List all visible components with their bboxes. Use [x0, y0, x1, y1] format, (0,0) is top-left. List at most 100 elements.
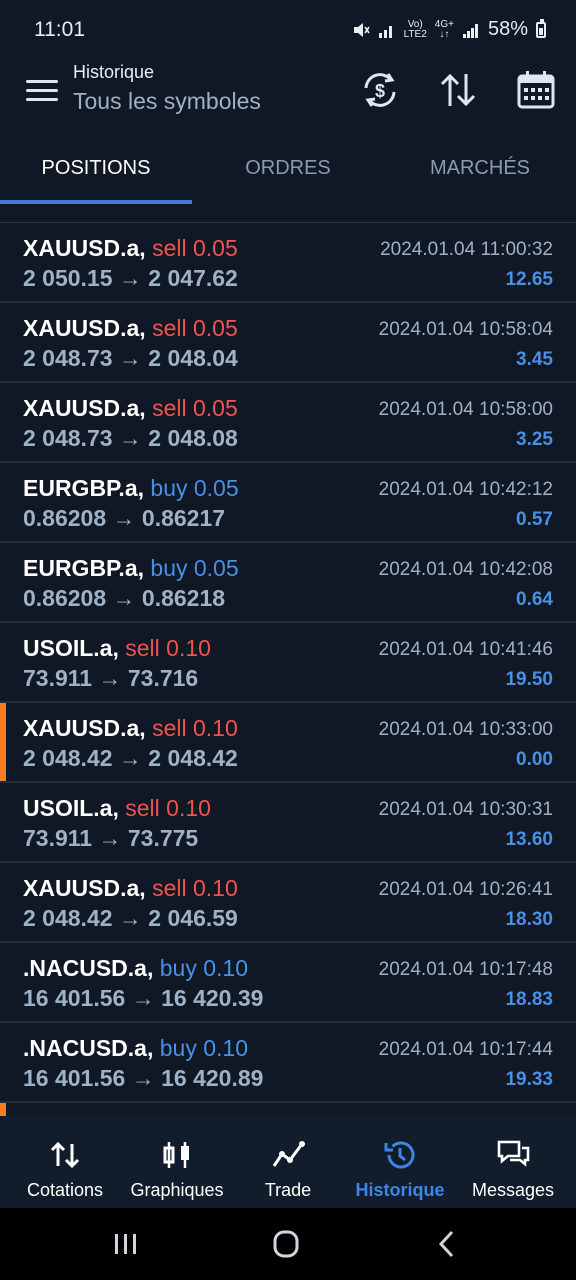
- messages-chat-icon: [497, 1140, 530, 1167]
- symbol-name: .NACUSD.a,: [23, 955, 154, 981]
- row-prices: 2 048.73 → 2 048.08: [23, 425, 238, 451]
- signal-icon: [378, 25, 392, 38]
- signal-bars-icon: [462, 23, 478, 38]
- row-time: 2024.01.04 10:26:41: [378, 879, 553, 900]
- nav-cotations[interactable]: Cotations: [10, 1116, 120, 1208]
- recent-apps-icon[interactable]: [106, 1226, 146, 1262]
- nav-historique[interactable]: Historique: [346, 1116, 454, 1208]
- volte-indicator: Vo) LTE2: [403, 18, 427, 40]
- row-prices: 2 048.73 → 2 048.04: [23, 345, 238, 371]
- trade-side-volume: sell 0.05: [152, 315, 238, 341]
- history-row[interactable]: XAUUSD.a, sell 0.05 2 048.73 → 2 048.08 20…: [0, 383, 576, 463]
- row-prices: 73.911 → 73.775: [23, 825, 199, 851]
- symbol-filter[interactable]: Tous les symboles: [73, 88, 261, 115]
- back-icon[interactable]: [428, 1226, 468, 1262]
- symbol-name: .NACUSD.a,: [23, 1035, 154, 1061]
- trade-side-volume: buy 0.10: [159, 955, 248, 981]
- row-time: 2024.01.04 10:33:00: [378, 719, 553, 740]
- history-clock-icon: [384, 1141, 415, 1169]
- row-profit: 3.45: [516, 349, 553, 370]
- row-profit: 12.65: [505, 269, 553, 290]
- row-time: 2024.01.04 10:17:48: [378, 959, 553, 980]
- history-row[interactable]: XAUUSD.a, sell 0.05 2 048.73 → 2 048.04 20…: [0, 303, 576, 383]
- row-marker: [0, 1103, 6, 1117]
- row-prices: 2 048.42 → 2 048.42: [23, 745, 238, 771]
- symbol-name: EURGBP.a,: [23, 475, 145, 501]
- row-time: 2024.01.04 11:00:32: [380, 239, 553, 260]
- row-prices: 0.86208 → 0.86218: [23, 585, 226, 611]
- row-time: 2024.01.04 10:41:46: [378, 639, 553, 660]
- row-symbol: XAUUSD.a, sell 0.10: [23, 875, 238, 902]
- trade-line-icon: [272, 1141, 305, 1167]
- trade-side-volume: buy 0.10: [159, 1035, 248, 1061]
- tab-positions[interactable]: POSITIONS: [0, 140, 192, 200]
- symbol-name: XAUUSD.a,: [23, 715, 146, 741]
- active-tab-indicator: [0, 200, 192, 204]
- row-prices: 16 401.56 → 16 420.39: [23, 985, 264, 1011]
- app-bar: Historique Tous les symboles $: [0, 56, 576, 140]
- row-symbol: EURGBP.a, buy 0.05: [23, 475, 239, 502]
- page-title: Historique: [73, 62, 155, 82]
- menu-button[interactable]: [22, 76, 62, 108]
- row-profit: 0.64: [516, 589, 553, 610]
- currency-exchange-icon[interactable]: $: [358, 68, 402, 112]
- trade-side-volume: buy 0.05: [150, 555, 239, 581]
- nav-trade[interactable]: Trade: [234, 1116, 342, 1208]
- row-symbol: USOIL.a, sell 0.10: [23, 635, 211, 662]
- row-time: 2024.01.04 10:42:12: [378, 479, 553, 500]
- menu-icon: [26, 80, 58, 83]
- history-row[interactable]: XAUUSD.a, sell 0.10 2 048.42 → 2 048.42 20…: [0, 703, 576, 783]
- status-icons: Vo) LTE2 4G+ ↓↑ 58%: [352, 18, 546, 41]
- history-row[interactable]: EURGBP.a, buy 0.05 0.86208 → 0.86217 2024.…: [0, 463, 576, 543]
- history-row[interactable]: .NACUSD.a, buy 0.10 16 401.56 → 16 420.89…: [0, 1023, 576, 1103]
- trade-side-volume: buy 0.05: [150, 475, 239, 501]
- row-prices: 2 050.15 → 2 047.62: [23, 265, 238, 291]
- row-time: 2024.01.04 10:30:31: [378, 799, 553, 820]
- row-symbol: .NACUSD.a, buy 0.10: [23, 1035, 248, 1062]
- calendar-icon[interactable]: [514, 68, 558, 112]
- tab-markets[interactable]: MARCHÉS: [384, 140, 576, 200]
- trade-side-volume: sell 0.10: [152, 715, 238, 741]
- status-time: 11:01: [34, 18, 85, 41]
- row-symbol: .NACUSD.a, buy 0.10: [23, 955, 248, 982]
- home-icon[interactable]: [266, 1226, 306, 1262]
- network-4g-indicator: 4G+ ↓↑: [434, 18, 454, 40]
- battery-percent: 58%: [487, 18, 528, 40]
- history-row[interactable]: USOIL.a, sell 0.10 73.911 → 73.775 2024.01…: [0, 783, 576, 863]
- row-time: 2024.01.04 10:58:04: [378, 319, 553, 340]
- history-row[interactable]: XAUUSD.a, sell 0.10 2 048.42 → 2 046.59 20…: [0, 863, 576, 943]
- history-row[interactable]: .NACUSD.a, buy 0.10 16 401.56 → 16 420.39…: [0, 943, 576, 1023]
- row-prices: 0.86208 → 0.86217: [23, 505, 226, 531]
- candlestick-chart-icon: [163, 1142, 189, 1168]
- row-prices: 73.911 → 73.716: [23, 665, 199, 691]
- trade-side-volume: sell 0.10: [125, 635, 211, 661]
- history-row[interactable]: USOIL.a, sell 0.10 73.911 → 73.716 2024.01…: [0, 623, 576, 703]
- tab-bar: POSITIONS ORDRES MARCHÉS: [0, 140, 576, 204]
- tab-orders[interactable]: ORDRES: [192, 140, 384, 200]
- row-profit: 19.50: [505, 669, 553, 690]
- history-list[interactable]: XAUUSD.a, sell 0.05 2 050.15 → 2 047.62 20…: [0, 222, 576, 1117]
- trade-side-volume: sell 0.10: [152, 875, 238, 901]
- bottom-navigation: Cotations Graphiques Trade Historique Me…: [0, 1116, 576, 1208]
- row-symbol: USOIL.a, sell 0.10: [23, 795, 211, 822]
- nav-graphiques[interactable]: Graphiques: [122, 1116, 232, 1208]
- system-navigation-bar: [0, 1208, 576, 1280]
- status-bar: 11:01 Vo) LTE2 4G+ ↓↑ 58%: [0, 0, 576, 64]
- nav-messages[interactable]: Messages: [458, 1116, 568, 1208]
- row-time: 2024.01.04 10:17:44: [378, 1039, 553, 1060]
- history-row[interactable]: EURGBP.a, buy 0.05 0.86208 → 0.86218 2024.…: [0, 543, 576, 623]
- row-symbol: EURGBP.a, buy 0.05: [23, 555, 239, 582]
- symbol-name: XAUUSD.a,: [23, 875, 146, 901]
- history-row[interactable]: XAUUSD.a, sell 0.052024.01.04 10:13:05: [0, 1103, 576, 1117]
- row-profit: 19.33: [505, 1069, 553, 1090]
- row-profit: 0.00: [516, 749, 553, 770]
- svg-text:$: $: [375, 81, 385, 101]
- trade-side-volume: sell 0.05: [152, 235, 238, 261]
- sort-arrows-icon[interactable]: [436, 68, 480, 112]
- battery-icon: [536, 18, 546, 38]
- row-symbol: XAUUSD.a, sell 0.05: [23, 315, 238, 342]
- row-profit: 18.83: [505, 989, 553, 1010]
- history-row[interactable]: XAUUSD.a, sell 0.05 2 050.15 → 2 047.62 20…: [0, 223, 576, 303]
- row-profit: 18.30: [505, 909, 553, 930]
- mute-icon: [353, 22, 370, 37]
